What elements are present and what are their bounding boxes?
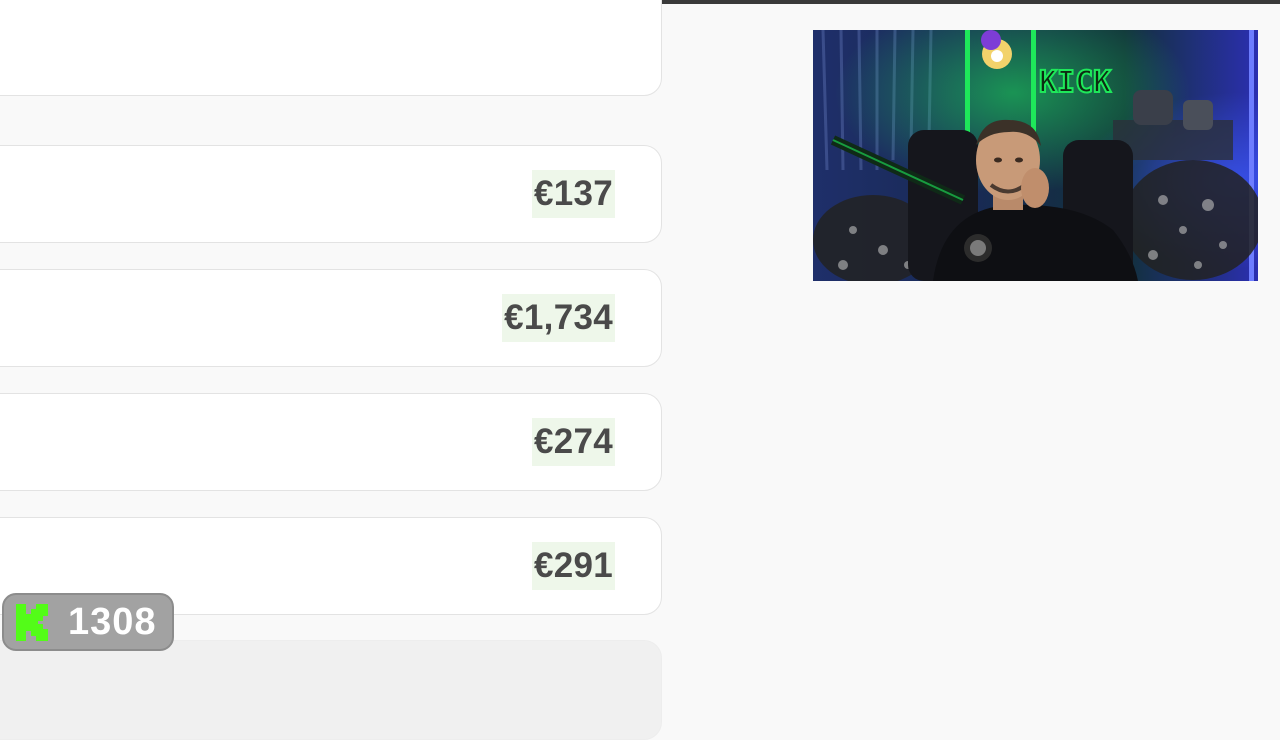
neon-sign-text: KICK bbox=[1039, 65, 1111, 100]
kick-logo-icon bbox=[16, 604, 48, 641]
list-card-top bbox=[0, 0, 662, 96]
list-item[interactable]: €137 bbox=[0, 145, 662, 243]
amount-value: €291 bbox=[531, 542, 615, 590]
webcam-overlay: KICK bbox=[813, 30, 1258, 281]
viewer-count: 1308 bbox=[68, 600, 157, 643]
list-item[interactable]: €274 bbox=[0, 393, 662, 491]
amount-value: €274 bbox=[531, 418, 615, 466]
list-footer bbox=[0, 640, 662, 740]
streamer-camera-image: KICK bbox=[813, 30, 1258, 281]
amount-value: €137 bbox=[531, 170, 615, 218]
amount-value: €1,734 bbox=[502, 294, 615, 342]
viewer-count-badge: 1308 bbox=[2, 593, 174, 651]
list-item[interactable]: €1,734 bbox=[0, 269, 662, 367]
